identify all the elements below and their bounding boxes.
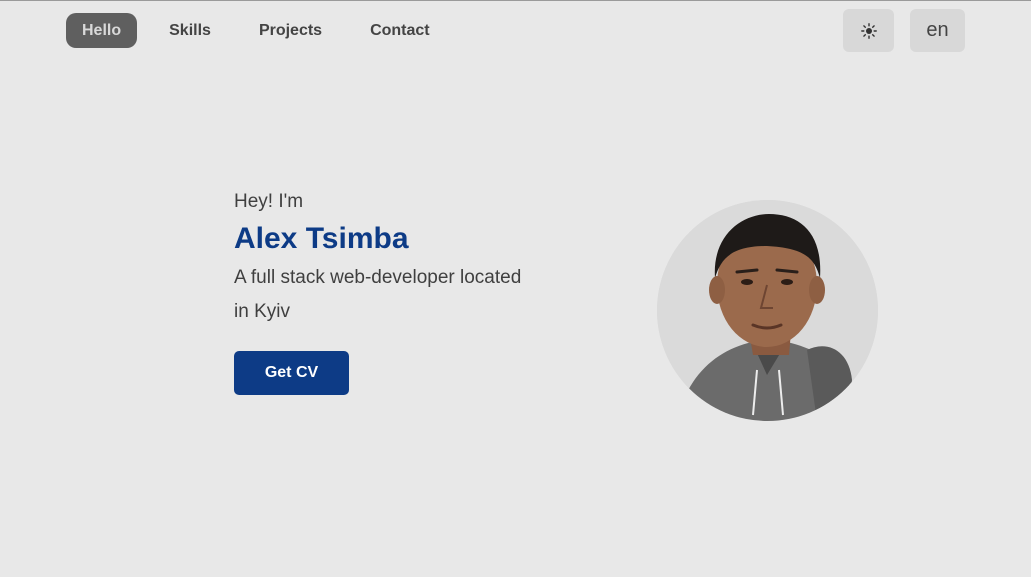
language-button[interactable]: en [910,9,965,52]
top-border [0,0,1031,1]
hero-greeting: Hey! I'm [234,191,304,212]
main-nav: Hello Skills Projects Contact [66,13,462,48]
hero-name: Alex Tsimba [234,222,409,255]
nav-item-contact[interactable]: Contact [354,13,446,48]
avatar [657,200,878,421]
hero-tagline: A full stack web-developer located in Ky… [234,267,522,322]
profile-photo [657,200,878,421]
nav-item-hello[interactable]: Hello [66,13,138,48]
nav-item-skills[interactable]: Skills [153,13,227,48]
theme-toggle-button[interactable] [843,9,894,52]
get-cv-button[interactable]: Get CV [234,351,349,395]
nav-item-projects[interactable]: Projects [243,13,338,48]
sun-icon [860,22,877,39]
hero-section: Hey! I'm Alex Tsimba A full stack web-de… [234,187,534,329]
